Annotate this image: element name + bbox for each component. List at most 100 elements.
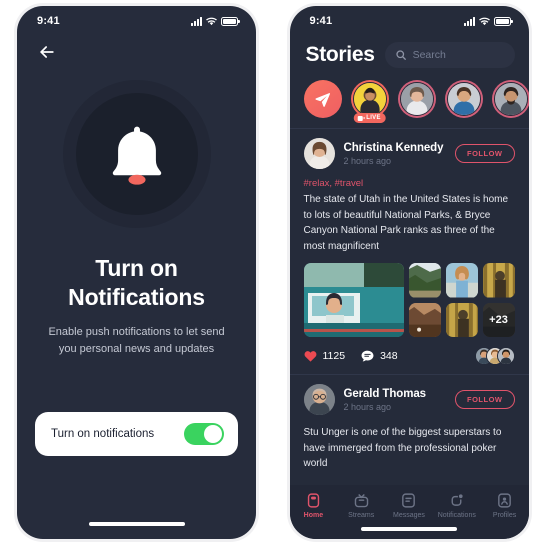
bell-illustration [17, 80, 256, 228]
gallery-thumb-more[interactable]: +23 [482, 302, 515, 337]
follow-button[interactable]: FOLLOW [455, 144, 515, 163]
dual-phone-mockup: 9:41 Turn on Notifications Enable push n… [0, 0, 545, 545]
tab-notifications[interactable]: Notifications [433, 492, 481, 519]
tab-label: Home [303, 512, 324, 519]
signal-bars-icon [191, 16, 202, 26]
turn-on-notifications-row[interactable]: Turn on notifications [35, 412, 238, 456]
back-arrow-icon[interactable] [37, 42, 57, 62]
story-item-4[interactable] [491, 80, 529, 118]
headline-line-2: Notifications [68, 283, 205, 310]
post-engagement-bar: 1125 348 [304, 347, 515, 374]
story-item-2[interactable] [397, 80, 436, 118]
wifi-icon [478, 17, 490, 26]
post-image-gallery[interactable]: +23 [303, 263, 515, 337]
post-tags[interactable]: #relax, #travel [304, 178, 515, 189]
post-header: Christina Kennedy 2 hours ago FOLLOW [303, 138, 515, 169]
home-indicator [88, 522, 185, 526]
heart-icon[interactable] [304, 350, 317, 362]
tab-profiles[interactable]: Profiles [481, 492, 529, 519]
tab-label: Profiles [492, 512, 517, 519]
gallery-thumb[interactable] [482, 263, 515, 298]
story-item-live[interactable]: LIVE [350, 80, 389, 123]
notifications-toggle-switch[interactable] [184, 423, 224, 445]
tv-streams-icon [353, 492, 370, 509]
back-button-bar [17, 36, 256, 62]
avatar [352, 82, 387, 116]
stories-avatar-row[interactable]: LIVE [290, 68, 529, 128]
gallery-more-count: +23 [482, 302, 515, 337]
search-placeholder: Search [412, 49, 446, 61]
page-subtitle: Enable push notifications to let send yo… [48, 325, 225, 355]
gallery-thumb[interactable] [445, 263, 478, 298]
liked-by-avatar-stack[interactable] [474, 347, 515, 365]
gallery-thumb[interactable] [445, 302, 478, 337]
post-body-text: Stu Unger is one of the biggest supersta… [303, 427, 502, 469]
story-item-send[interactable] [303, 80, 342, 118]
tab-streams[interactable]: Streams [337, 492, 385, 519]
post-author-name: Gerald Thomas [343, 387, 427, 400]
avatar [399, 82, 434, 116]
story-ring [444, 80, 483, 118]
signal-bars-icon [463, 16, 475, 26]
video-camera-icon [357, 115, 365, 121]
bell-outer-ring [62, 80, 211, 228]
message-icon [400, 492, 417, 509]
tab-label: Messages [393, 512, 425, 519]
post-header: Gerald Thomas 2 hours ago FOLLOW [303, 384, 515, 415]
post-author-info: Gerald Thomas 2 hours ago [344, 388, 447, 412]
avatar[interactable] [303, 138, 335, 169]
feed-post: Gerald Thomas 2 hours ago FOLLOW Stu Ung… [290, 375, 529, 472]
gallery-main-image[interactable] [303, 263, 404, 337]
follow-button[interactable]: FOLLOW [455, 390, 515, 409]
story-ring [491, 80, 529, 118]
avatar[interactable] [303, 384, 335, 415]
home-indicator [361, 527, 457, 531]
like-count: 1125 [322, 350, 346, 362]
story-ring [397, 80, 436, 118]
status-time: 9:41 [37, 15, 60, 27]
bell-notification-icon [448, 492, 465, 509]
headline-line-1: Turn on [95, 255, 178, 281]
comment-group[interactable]: 348 [361, 350, 398, 362]
notifications-permission-screen: 9:41 Turn on Notifications Enable push n… [17, 6, 256, 539]
toggle-label: Turn on notifications [51, 428, 155, 440]
page-title: Turn on Notifications [17, 254, 256, 312]
post-author-name: Christina Kennedy [343, 141, 444, 154]
home-icon [305, 492, 322, 509]
battery-icon [493, 16, 513, 26]
status-icons [191, 16, 240, 26]
post-timestamp: 2 hours ago [343, 401, 392, 412]
live-badge-label: LIVE [366, 115, 381, 121]
profile-icon [496, 492, 513, 509]
stories-header: Stories Search [290, 36, 529, 68]
status-bar-left: 9:41 [17, 6, 256, 36]
comment-count: 348 [380, 350, 398, 362]
tab-label: Notifications [437, 512, 476, 519]
gallery-thumb-grid: +23 [408, 263, 515, 337]
post-author-info: Christina Kennedy 2 hours ago [344, 142, 447, 166]
search-icon [395, 49, 407, 61]
post-timestamp: 2 hours ago [343, 155, 392, 166]
status-icons [463, 16, 513, 26]
status-time: 9:41 [309, 15, 333, 27]
avatar [496, 347, 515, 365]
tab-messages[interactable]: Messages [385, 492, 433, 519]
comment-bubble-icon[interactable] [361, 350, 374, 362]
gallery-thumb[interactable] [408, 263, 441, 298]
story-item-3[interactable] [444, 80, 483, 118]
phone-left: 9:41 Turn on Notifications Enable push n… [0, 0, 273, 545]
page-title: Stories [305, 43, 375, 66]
avatar [446, 82, 481, 116]
avatar [493, 82, 528, 116]
tab-label: Streams [348, 512, 375, 519]
feed-post: Christina Kennedy 2 hours ago FOLLOW #re… [290, 129, 529, 374]
bell-icon [108, 123, 166, 186]
send-icon [303, 80, 342, 118]
like-group[interactable]: 1125 [304, 350, 346, 362]
stories-feed-screen: 9:41 Stories Search LIVE Christina Kenne… [289, 6, 529, 539]
search-input[interactable]: Search [384, 42, 515, 68]
gallery-thumb[interactable] [408, 302, 441, 337]
post-body-text: The state of Utah in the United States i… [303, 194, 509, 252]
live-badge: LIVE [353, 113, 386, 123]
tab-home[interactable]: Home [290, 492, 338, 519]
